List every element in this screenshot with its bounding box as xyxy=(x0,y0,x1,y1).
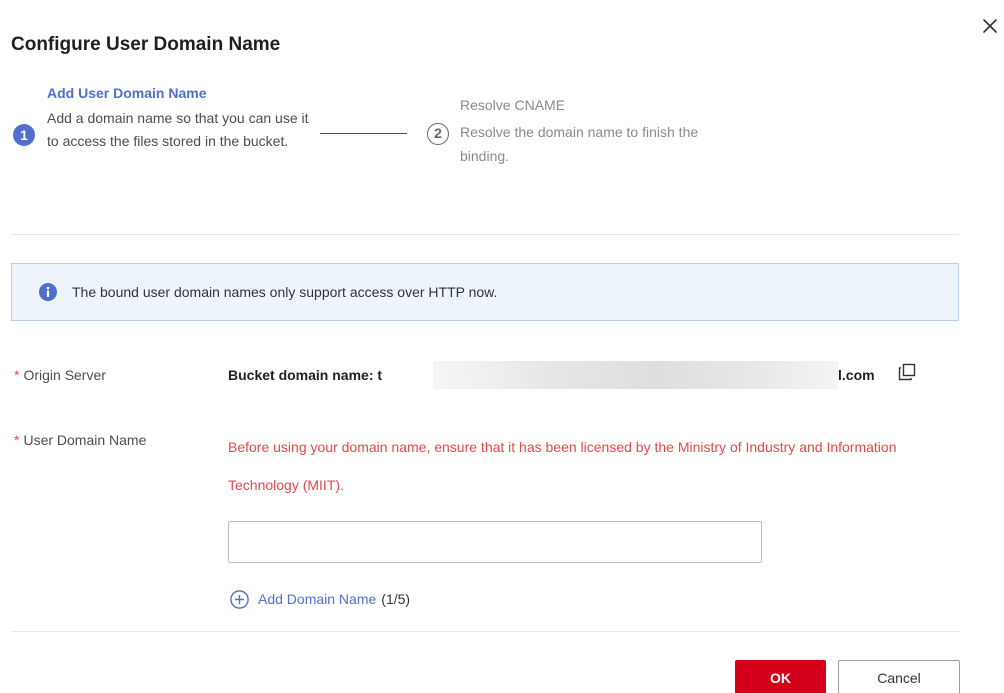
divider xyxy=(11,234,959,235)
user-domain-label: * User Domain Name xyxy=(14,432,146,448)
add-domain-name-label: Add Domain Name xyxy=(258,591,377,607)
step-1-title: Add User Domain Name xyxy=(47,85,207,101)
bucket-domain-suffix: l.com xyxy=(838,367,875,383)
user-domain-label-text: User Domain Name xyxy=(23,432,147,448)
step-1-number: 1 xyxy=(13,124,35,146)
origin-server-label-text: Origin Server xyxy=(23,367,106,383)
step-2-description: Resolve the domain name to finish the bi… xyxy=(460,124,699,164)
copy-icon[interactable] xyxy=(898,363,916,381)
info-banner-text: The bound user domain names only support… xyxy=(72,284,498,300)
miit-warning-text: Before using your domain name, ensure th… xyxy=(228,439,897,493)
step-connector xyxy=(320,133,407,134)
required-mark: * xyxy=(14,432,20,448)
user-domain-input[interactable] xyxy=(228,521,762,563)
cancel-button[interactable]: Cancel xyxy=(838,660,960,693)
domain-count: (1/5) xyxy=(381,591,411,607)
step-1-description: Add a domain name so that you can use it… xyxy=(47,110,309,149)
step-2-title: Resolve CNAME xyxy=(460,97,566,113)
bucket-domain-prefix: Bucket domain name: t xyxy=(228,367,383,383)
step-2-number: 2 xyxy=(427,123,449,145)
configure-domain-dialog: Configure User Domain Name 1 Add User Do… xyxy=(0,0,1004,693)
add-circle-icon xyxy=(230,589,249,609)
add-domain-name-button[interactable]: Add Domain Name (1/5) xyxy=(230,588,410,610)
info-banner: The bound user domain names only support… xyxy=(11,263,959,321)
required-mark: * xyxy=(14,367,20,383)
close-icon[interactable] xyxy=(978,14,1002,38)
dialog-title: Configure User Domain Name xyxy=(11,34,281,55)
redacted-domain-mask xyxy=(433,361,838,389)
info-icon xyxy=(39,283,57,301)
origin-server-label: * Origin Server xyxy=(14,367,106,383)
footer-divider xyxy=(11,631,959,632)
ok-button[interactable]: OK xyxy=(735,660,826,693)
